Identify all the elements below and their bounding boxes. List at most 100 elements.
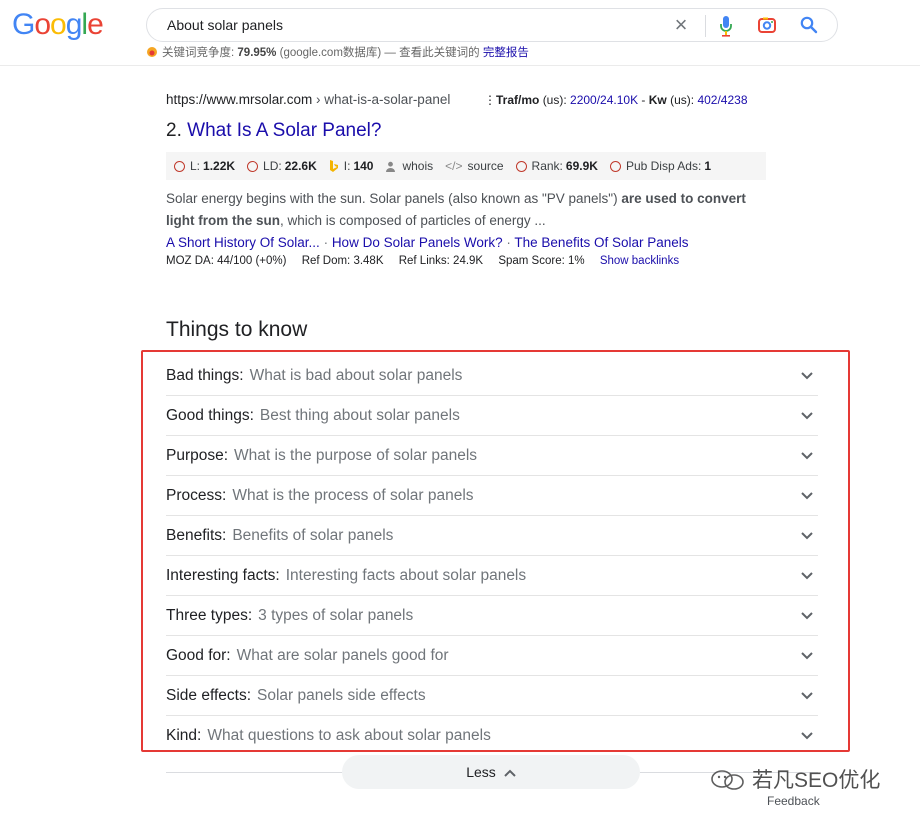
metric-rank[interactable]: Rank: 69.9K xyxy=(515,159,598,173)
metric-links[interactable]: L: 1.22K xyxy=(174,159,235,173)
kw-prefix: 关键词竞争度: xyxy=(162,47,235,59)
person-icon xyxy=(386,161,396,172)
result-number: 2. xyxy=(166,120,182,141)
sitelink[interactable]: A Short History Of Solar... xyxy=(166,235,320,250)
ttk-item-good-things[interactable]: Good things: Best thing about solar panel… xyxy=(166,396,818,436)
lens-icon[interactable] xyxy=(757,15,777,40)
chevron-down-icon[interactable] xyxy=(800,568,814,582)
search-icon[interactable] xyxy=(799,15,819,40)
bing-icon xyxy=(329,159,338,172)
metric-whois[interactable]: whois xyxy=(385,159,433,173)
kw-value: 79.95% xyxy=(237,47,277,59)
header: Google About solar panels × 关键词竞争度: 79.9… xyxy=(0,0,920,66)
sitelink-sep: · xyxy=(319,235,332,250)
feedback-link[interactable]: Feedback xyxy=(767,794,820,808)
mic-icon[interactable] xyxy=(719,15,733,42)
ttk-label: Kind: xyxy=(166,727,202,744)
metric-value: 140 xyxy=(353,159,374,173)
ttk-text: What are solar panels good for xyxy=(236,647,449,664)
chevron-down-icon[interactable] xyxy=(800,528,814,542)
chevron-down-icon[interactable] xyxy=(800,688,814,702)
ttk-text: 3 types of solar panels xyxy=(258,607,414,624)
metric-label: LD: xyxy=(263,159,282,173)
snippet-bold: light from the sun xyxy=(166,213,280,228)
traf-value: 2200/24.10K xyxy=(570,93,639,107)
things-to-know-title: Things to know xyxy=(166,318,308,341)
ttk-item-purpose[interactable]: Purpose: What is the purpose of solar pan… xyxy=(166,436,818,476)
show-backlinks-link[interactable]: Show backlinks xyxy=(600,255,679,267)
sitelinks: A Short History Of Solar... · How Do Sol… xyxy=(166,232,776,254)
metric-label: Pub Disp Ads: xyxy=(625,159,702,173)
kw-us: (us): xyxy=(670,93,695,107)
search-result: https://www.mrsolar.com › what-is-a-sola… xyxy=(166,92,776,267)
ttk-label: Three types: xyxy=(166,607,253,624)
sitelink[interactable]: The Benefits Of Solar Panels xyxy=(514,235,688,250)
less-button[interactable]: Less xyxy=(342,755,640,789)
metric-value: 1 xyxy=(704,159,711,173)
chevron-down-icon[interactable] xyxy=(800,408,814,422)
watermark-text: 若凡SEO优化 xyxy=(752,769,881,792)
ring-icon xyxy=(247,160,259,172)
full-report-link[interactable]: 完整报告 xyxy=(483,47,529,59)
ttk-label: Side effects: xyxy=(166,687,252,704)
chevron-down-icon[interactable] xyxy=(800,368,814,382)
ttk-item-three-types[interactable]: Three types: 3 types of solar panels xyxy=(166,596,818,636)
chevron-down-icon[interactable] xyxy=(800,608,814,622)
ttk-text: Solar panels side effects xyxy=(257,687,426,704)
things-to-know-list: Bad things: What is bad about solar panel… xyxy=(166,356,818,756)
chevron-down-icon[interactable] xyxy=(800,648,814,662)
ttk-label: Good for: xyxy=(166,647,231,664)
result-url[interactable]: https://www.mrsolar.com › what-is-a-sola… xyxy=(166,92,776,112)
ttk-item-bad-things[interactable]: Bad things: What is bad about solar panel… xyxy=(166,356,818,396)
divider xyxy=(705,15,706,37)
result-domain[interactable]: https://www.mrsolar.com xyxy=(166,92,312,107)
ttk-item-side-effects[interactable]: Side effects: Solar panels side effects xyxy=(166,676,818,716)
traf-label: Traf/mo xyxy=(496,93,540,107)
clear-icon[interactable]: × xyxy=(671,14,691,36)
chevron-down-icon[interactable] xyxy=(800,728,814,742)
ring-icon xyxy=(515,160,527,172)
keyword-difficulty-line: 关键词竞争度: 79.95% (google.com数据库) — 查看此关键词的… xyxy=(146,44,529,60)
kw-count: 402/4238 xyxy=(697,93,748,107)
moz-metrics: MOZ DA: 44/100 (+0%) Ref Dom: 3.48K Ref … xyxy=(166,255,776,267)
ttk-item-interesting-facts[interactable]: Interesting facts: Interesting facts abou… xyxy=(166,556,818,596)
ttk-text: What questions to ask about solar panels xyxy=(207,727,491,744)
ref-dom: Ref Dom: 3.48K xyxy=(301,255,384,267)
ring-icon xyxy=(609,160,621,172)
chevron-down-icon[interactable] xyxy=(800,488,814,502)
google-logo[interactable]: Google xyxy=(12,8,104,42)
search-box[interactable]: About solar panels × xyxy=(146,8,838,42)
search-input[interactable]: About solar panels xyxy=(167,17,283,33)
result-path[interactable]: › what-is-a-solar-panel xyxy=(312,92,450,107)
metric-label: Rank: xyxy=(531,159,563,173)
result-snippet: Solar energy begins with the sun. Solar … xyxy=(166,188,776,232)
more-icon[interactable]: ⋮ xyxy=(484,93,496,107)
metric-index[interactable]: I: 140 xyxy=(329,159,374,173)
kw-label: Kw xyxy=(648,93,667,107)
metric-source[interactable]: </> source xyxy=(445,159,503,173)
spam-score: Spam Score: 1% xyxy=(498,255,585,267)
sitelink[interactable]: How Do Solar Panels Work? xyxy=(332,235,503,250)
watermark: 若凡SEO优化 xyxy=(710,764,880,794)
snippet-text: , which is composed of particles of ener… xyxy=(280,213,546,228)
ttk-text: What is bad about solar panels xyxy=(249,367,463,384)
metric-label[interactable]: whois xyxy=(402,159,433,173)
metric-pub-disp-ads[interactable]: Pub Disp Ads: 1 xyxy=(609,159,711,173)
ttk-item-benefits[interactable]: Benefits: Benefits of solar panels xyxy=(166,516,818,556)
ttk-text: Best thing about solar panels xyxy=(259,407,460,424)
ttk-item-good-for[interactable]: Good for: What are solar panels good for xyxy=(166,636,818,676)
ttk-item-process[interactable]: Process: What is the process of solar pan… xyxy=(166,476,818,516)
wechat-icon xyxy=(711,770,744,790)
ttk-text: What is the process of solar panels xyxy=(232,487,474,504)
flame-icon xyxy=(147,47,157,57)
metric-linking-domains[interactable]: LD: 22.6K xyxy=(247,159,317,173)
sitelink-sep: · xyxy=(502,235,515,250)
result-title[interactable]: 2. What Is A Solar Panel? xyxy=(166,120,776,142)
metric-value: 22.6K xyxy=(284,159,317,173)
ttk-label: Good things: xyxy=(166,407,254,424)
code-icon: </> xyxy=(445,159,463,173)
result-title-link[interactable]: What Is A Solar Panel? xyxy=(187,120,381,141)
chevron-down-icon[interactable] xyxy=(800,448,814,462)
metric-label[interactable]: source xyxy=(468,159,504,173)
ttk-item-kind[interactable]: Kind: What questions to ask about solar p… xyxy=(166,716,818,756)
